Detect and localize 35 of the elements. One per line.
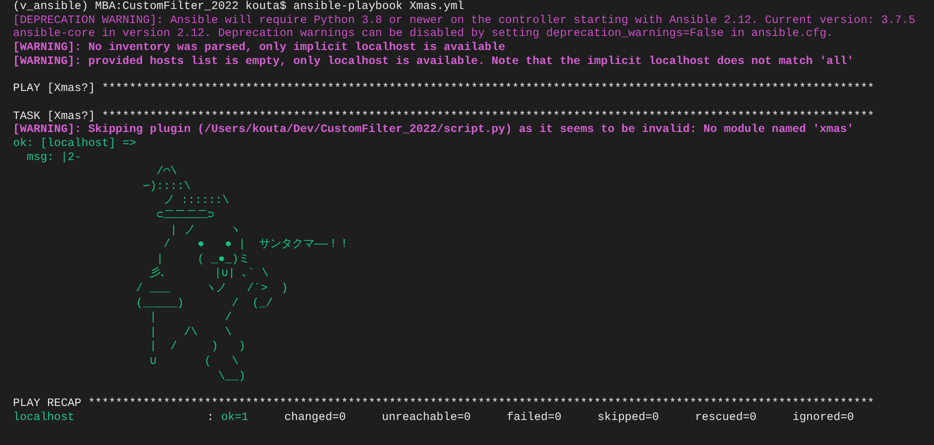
ascii-art-line: | ノ ヽ bbox=[170, 224, 240, 238]
ascii-art-line: ⊂二二二二⊃ bbox=[156, 209, 214, 224]
recap-stat: changed=0 bbox=[284, 412, 346, 426]
recap-stat: ignored=0 bbox=[792, 412, 854, 426]
recap-stat: unreachable=0 bbox=[382, 412, 471, 426]
recap-separator: : bbox=[207, 412, 215, 426]
recap-stat: skipped=0 bbox=[597, 412, 659, 426]
ascii-art-line: / ___ ヽノ /´> ) bbox=[135, 282, 288, 297]
recap-stat: ok=1 bbox=[221, 412, 248, 426]
section-header-line: PLAY [Xmas?] ***************************************************************************************************************** bbox=[13, 83, 874, 97]
ascii-art-line: | / bbox=[148, 311, 232, 326]
command-line: (v_ansible) MBA:CustomFilter_2022 kouta$ ansible-playbook Xmas.yml bbox=[13, 1, 464, 14]
warning-line: [WARNING]: Skipping plugin (/Users/kouta/Dev/CustomFilter_2022/script.py) as it seems to be invalid: No module named 'xmas' bbox=[13, 124, 854, 138]
ascii-art-line: | / ) ) bbox=[148, 340, 246, 355]
ascii-art-line: \__) bbox=[217, 370, 246, 384]
deprecation-warning-line: ansible-core in version 2.12. Deprecation warnings can be disabled by setting deprecation_warnings=False in ansible.cfg. bbox=[13, 28, 834, 42]
section-header-line: PLAY RECAP ******************************************************************************************************************* bbox=[13, 398, 874, 412]
deprecation-warning-line: [DEPRECATION WARNING]: Ansible will require Python 3.8 or newer on the controller starting with Ansible 2.12. Current version: 3.7.5 bbox=[13, 14, 916, 28]
output-line: ok: [localhost] => bbox=[13, 138, 136, 152]
warning-line: [WARNING]: No inventory was parsed, only implicit localhost is available bbox=[13, 42, 506, 56]
output-line: msg: |2- bbox=[26, 152, 82, 166]
recap-stat: failed=0 bbox=[506, 412, 562, 426]
warning-line: [WARNING]: provided hosts list is empty, only localhost is available. Note that the implicit localhost does not match 'all' bbox=[13, 56, 854, 70]
recap-stat: rescued=0 bbox=[694, 412, 756, 426]
ascii-art-line: (_____) / (_/ bbox=[135, 296, 273, 312]
ascii-art-line: 彡､ |∪| ､` \ bbox=[148, 267, 268, 282]
ascii-art-line: /⌒\ bbox=[156, 165, 178, 180]
section-header-line: TASK [Xmas?] ***************************************************************************************************************** bbox=[13, 110, 874, 124]
ascii-art-line: ∽)::::\ bbox=[142, 180, 191, 194]
ascii-art-line: ノ ::::::\ bbox=[162, 194, 230, 210]
ascii-art-line: | ( _●_)ミ bbox=[156, 252, 250, 266]
ascii-art-line: ∪ ( \ bbox=[148, 354, 239, 370]
recap-host: localhost bbox=[13, 412, 76, 426]
ascii-art-line: / ● ● | サンタクマ――！！ bbox=[162, 238, 350, 253]
ascii-art-line: | /\ \ bbox=[148, 326, 232, 340]
